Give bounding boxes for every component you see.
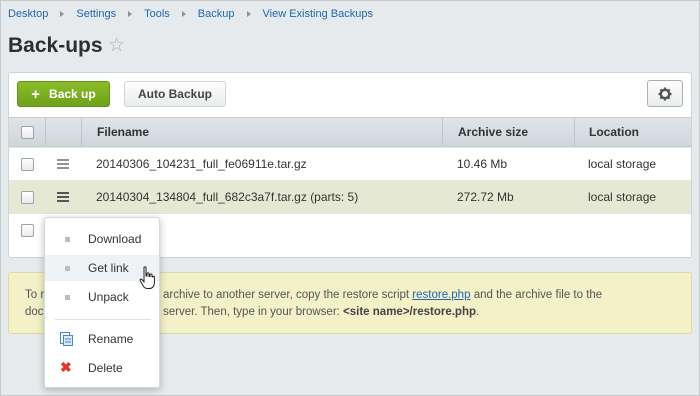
row-context-menu: Download Get link Unpack Rename ✖ Delete	[44, 217, 160, 388]
info-line-1: archive to another server, copy the rest…	[163, 287, 602, 304]
breadcrumb-separator-icon	[246, 11, 251, 17]
rename-icon	[60, 332, 73, 346]
breadcrumb-settings[interactable]: Settings	[76, 8, 116, 20]
column-header-location[interactable]: Location	[574, 118, 691, 146]
restore-php-link[interactable]: restore.php	[412, 289, 470, 301]
table-header: Filename Archive size Location	[9, 117, 691, 147]
breadcrumb-view-existing-backups[interactable]: View Existing Backups	[263, 8, 373, 20]
breadcrumb-separator-icon	[181, 11, 186, 17]
footer-checkbox-cell	[9, 214, 45, 246]
row-location: local storage	[588, 190, 657, 204]
delete-icon: ✖	[60, 359, 72, 375]
table-row[interactable]: 20140306_104231_full_fe06911e.tar.gz 10.…	[9, 147, 691, 180]
row-checkbox[interactable]	[20, 157, 34, 171]
row-checkbox-cell	[9, 181, 45, 213]
table-row[interactable]: 20140304_134804_full_682c3a7f.tar.gz (pa…	[9, 180, 691, 213]
info-line-1-start: To r	[25, 289, 45, 301]
row-checkbox-cell	[9, 148, 45, 180]
menu-item-label: Unpack	[88, 290, 129, 304]
footer-checkbox[interactable]	[20, 223, 34, 237]
bullet-icon	[65, 236, 70, 242]
bullet-icon	[65, 265, 70, 271]
info-line-2-text: server. Then, type in your browser:	[163, 306, 340, 318]
menu-item-label: Get link	[88, 261, 129, 275]
page-title: Back-ups	[8, 34, 103, 57]
breadcrumb-separator-icon	[128, 11, 133, 17]
header-checkbox-cell	[9, 118, 45, 146]
back-up-button[interactable]: + Back up	[17, 81, 110, 107]
breadcrumb: Desktop Settings Tools Backup View Exist…	[8, 8, 373, 20]
column-header-filename[interactable]: Filename	[81, 118, 442, 146]
gear-icon	[658, 87, 672, 100]
info-line-2: server. Then, type in your browser: <sit…	[163, 304, 479, 321]
row-archive-size: 10.46 Mb	[457, 157, 508, 171]
toolbar: + Back up Auto Backup	[9, 73, 691, 117]
row-archive-size: 272.72 Mb	[457, 190, 514, 204]
menu-divider	[55, 319, 151, 320]
plus-icon: +	[31, 85, 41, 103]
breadcrumb-desktop[interactable]: Desktop	[8, 8, 48, 20]
settings-button[interactable]	[647, 80, 683, 107]
row-checkbox[interactable]	[20, 190, 34, 204]
star-icon[interactable]: ☆	[108, 36, 125, 55]
auto-backup-button[interactable]: Auto Backup	[124, 81, 226, 107]
info-line-2-start: doc	[25, 306, 44, 318]
select-all-checkbox[interactable]	[20, 125, 34, 139]
menu-item-rename[interactable]: Rename	[45, 326, 159, 352]
info-line-1-text: archive to another server, copy the rest…	[163, 289, 410, 301]
menu-item-label: Download	[88, 232, 142, 246]
hamburger-icon[interactable]	[57, 159, 69, 169]
row-menu-cell	[45, 148, 81, 180]
header-menu-cell	[45, 118, 81, 146]
row-location: local storage	[588, 157, 657, 171]
info-line-1-tail: and the archive file to the	[473, 289, 603, 301]
info-line-2-dot: .	[476, 306, 480, 318]
column-header-archive-size[interactable]: Archive size	[442, 118, 574, 146]
row-filename: 20140304_134804_full_682c3a7f.tar.gz (pa…	[96, 190, 359, 204]
menu-item-delete[interactable]: ✖ Delete	[45, 355, 159, 381]
breadcrumb-tools[interactable]: Tools	[144, 8, 170, 20]
bullet-icon	[65, 294, 70, 300]
restore-url-hint: <site name>/restore.php	[343, 306, 476, 318]
menu-item-label: Rename	[88, 332, 134, 346]
cursor-icon	[139, 266, 155, 289]
back-up-label: Back up	[49, 87, 96, 101]
hamburger-icon[interactable]	[57, 192, 69, 202]
breadcrumb-separator-icon	[60, 11, 65, 17]
row-filename: 20140306_104231_full_fe06911e.tar.gz	[96, 157, 307, 171]
breadcrumb-backup[interactable]: Backup	[198, 8, 235, 20]
row-menu-cell	[45, 181, 81, 213]
menu-item-download[interactable]: Download	[45, 226, 159, 252]
menu-item-label: Delete	[88, 361, 123, 375]
